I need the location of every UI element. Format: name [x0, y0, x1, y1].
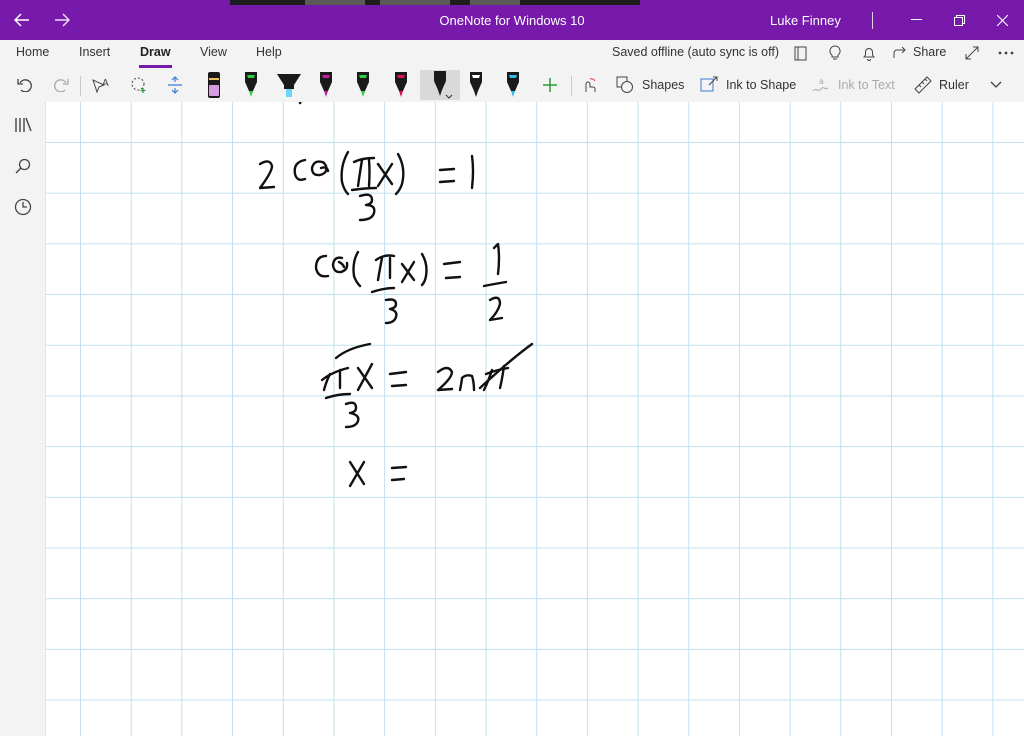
page-canvas[interactable] — [46, 102, 1024, 736]
svg-text:A: A — [102, 78, 109, 89]
ink-to-shape-button[interactable]: Ink to Shape — [726, 78, 796, 92]
shapes-button[interactable]: Shapes — [642, 78, 684, 92]
ribbon-tabs: Home Insert Draw View Help Saved offline… — [0, 40, 1024, 68]
eraser-tool[interactable] — [201, 70, 227, 100]
more-options-icon[interactable] — [996, 43, 1016, 63]
title-separator — [872, 12, 873, 29]
pen-green-icon[interactable] — [238, 70, 264, 100]
pen-black-active-icon[interactable] — [420, 70, 460, 100]
title-bar: OneNote for Windows 10 Luke Finney — [0, 0, 1024, 40]
pen-magenta-icon[interactable] — [313, 70, 339, 100]
draw-toolbar: A Shapes Ink to Shape a Ink to Text Rule… — [0, 68, 1024, 102]
redo-icon[interactable] — [48, 70, 74, 100]
toolbar-separator — [571, 76, 572, 96]
type-select-icon[interactable]: A — [88, 70, 114, 100]
tab-draw[interactable]: Draw — [139, 45, 172, 68]
notebook-icon[interactable] — [791, 43, 811, 63]
left-navigation — [0, 102, 46, 736]
add-pen-icon[interactable] — [537, 70, 563, 100]
ruler-button[interactable]: Ruler — [939, 78, 969, 92]
ink-to-text-button: Ink to Text — [838, 78, 895, 92]
notebooks-icon[interactable] — [13, 115, 33, 135]
highlighter-icon[interactable] — [272, 70, 306, 100]
tab-help[interactable]: Help — [256, 45, 282, 59]
user-name[interactable]: Luke Finney — [770, 13, 841, 28]
pen-black-icon[interactable] — [463, 70, 489, 100]
tab-home[interactable]: Home — [16, 45, 49, 59]
pen-red-icon[interactable] — [388, 70, 414, 100]
close-icon[interactable] — [990, 0, 1014, 40]
sync-status: Saved offline (auto sync is off) — [612, 45, 779, 59]
share-icon[interactable] — [891, 43, 911, 63]
tab-view[interactable]: View — [200, 45, 227, 59]
pen-cyan-icon[interactable] — [500, 70, 526, 100]
expand-icon[interactable] — [962, 43, 982, 63]
top-strip — [230, 0, 640, 5]
search-icon[interactable] — [13, 156, 33, 176]
ink-replay-icon[interactable] — [576, 70, 602, 100]
lightbulb-icon[interactable] — [825, 43, 845, 63]
toolbar-separator — [80, 76, 81, 96]
window-title: OneNote for Windows 10 — [439, 13, 585, 28]
pen-green-2-icon[interactable] — [350, 70, 376, 100]
ink-to-shape-icon[interactable] — [698, 70, 720, 100]
bell-icon[interactable] — [859, 43, 879, 63]
add-space-icon[interactable] — [162, 70, 188, 100]
undo-icon[interactable] — [12, 70, 38, 100]
svg-text:a: a — [819, 77, 824, 86]
minimize-icon[interactable] — [904, 0, 928, 40]
shapes-icon[interactable] — [614, 70, 636, 100]
lasso-select-icon[interactable] — [126, 70, 152, 100]
ruler-icon[interactable] — [912, 70, 934, 100]
restore-icon[interactable] — [947, 0, 971, 40]
chevron-down-icon[interactable] — [984, 70, 1008, 100]
share-button[interactable]: Share — [913, 45, 946, 59]
tab-insert[interactable]: Insert — [79, 45, 110, 59]
handwritten-math-ink — [258, 102, 534, 488]
recent-clock-icon[interactable] — [13, 197, 33, 217]
ink-to-text-icon: a — [810, 70, 832, 100]
